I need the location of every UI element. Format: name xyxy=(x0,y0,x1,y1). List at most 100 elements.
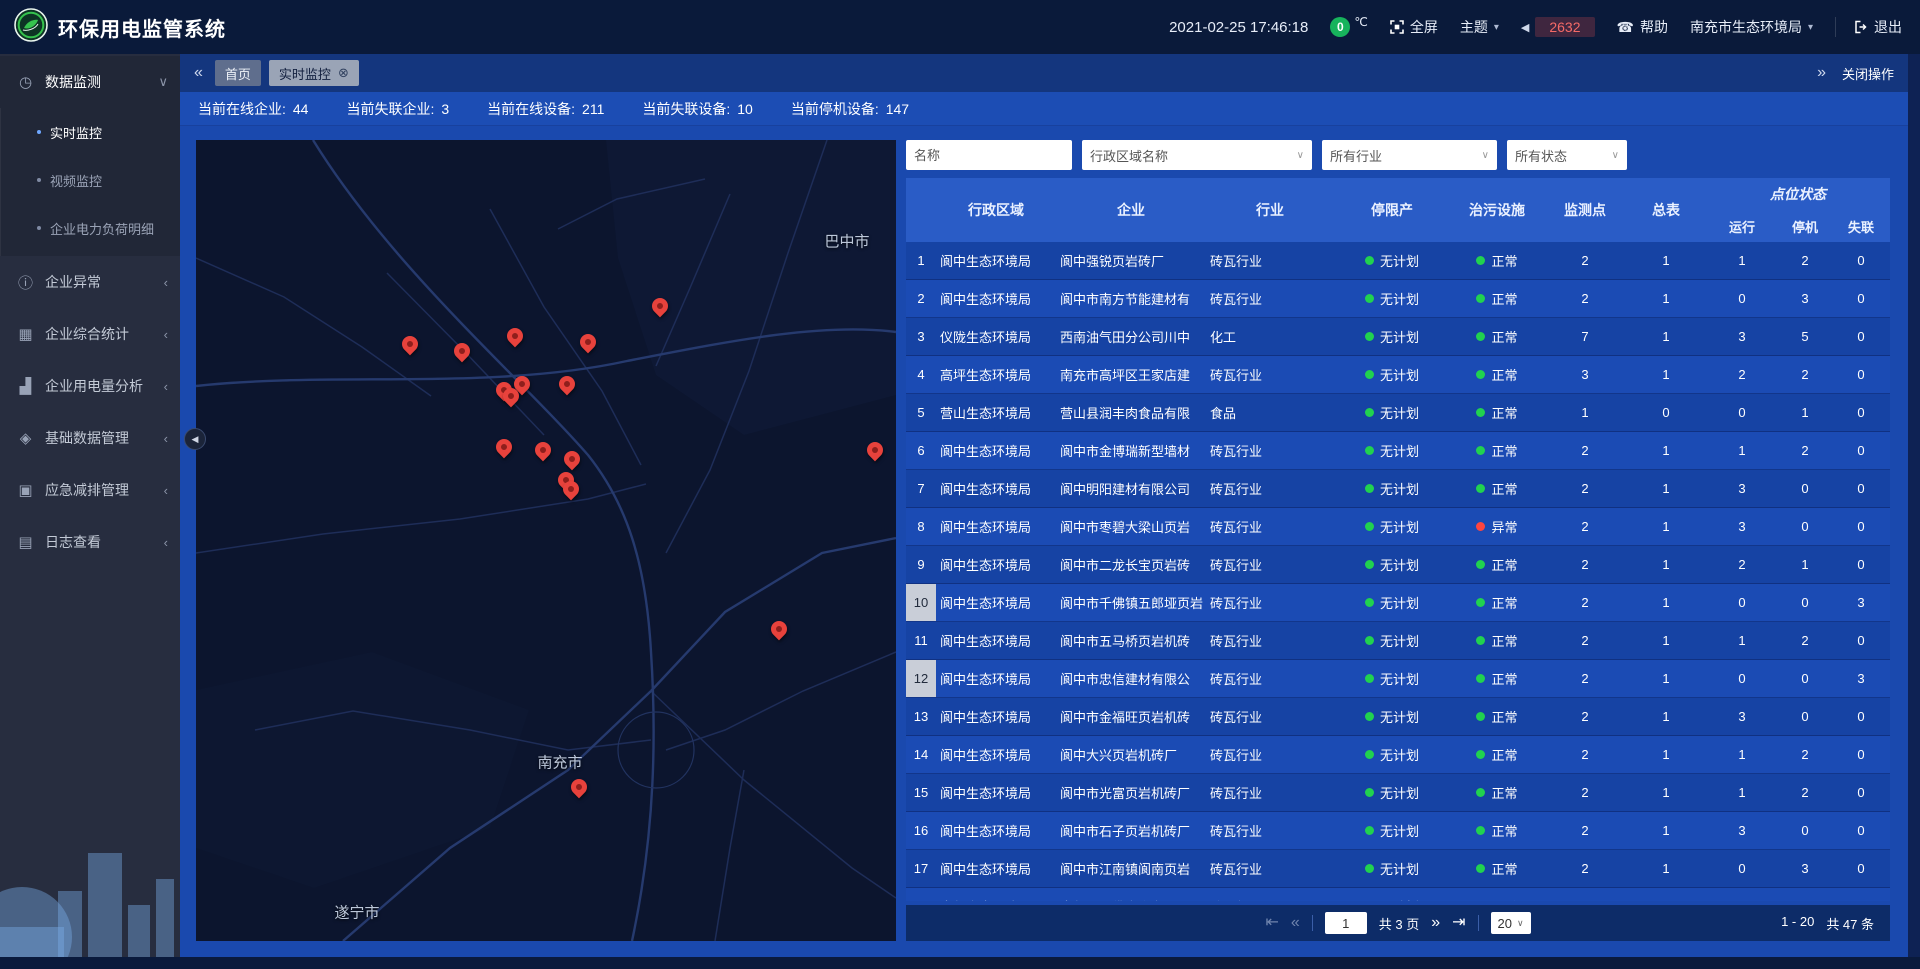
table-row[interactable]: 1阆中生态环境局阆中强锐页岩砖厂砖瓦行业无计划正常21120 xyxy=(906,242,1890,280)
cell-industry: 砖瓦行业 xyxy=(1206,660,1334,697)
close-operations-button[interactable]: 关闭操作 xyxy=(1842,64,1894,83)
industry-filter-select[interactable]: 所有行业 ∨ xyxy=(1322,140,1497,170)
map-pin[interactable] xyxy=(451,339,474,362)
last-page-button[interactable]: ⇥ xyxy=(1452,915,1465,931)
logout-button[interactable]: 退出 xyxy=(1835,17,1902,37)
region-filter-select[interactable]: 行政区域名称 ∨ xyxy=(1082,140,1312,170)
prev-page-button[interactable]: « xyxy=(1291,915,1300,931)
map-pin[interactable] xyxy=(493,435,516,458)
app-logo-icon xyxy=(14,8,48,47)
page-size-value: 20 xyxy=(1498,916,1512,931)
table-row[interactable]: 6阆中生态环境局阆中市金博瑞新型墙材砖瓦行业无计划正常21120 xyxy=(906,432,1890,470)
sidebar-group-log-view: ▤日志查看‹ xyxy=(0,516,180,568)
table-row[interactable]: 5营山生态环境局营山县润丰肉食品有限食品无计划正常10010 xyxy=(906,394,1890,432)
cell-total: 0 xyxy=(1626,394,1706,431)
sidebar-item-power-analysis[interactable]: ▟企业用电量分析‹ xyxy=(0,360,180,412)
table-row[interactable]: 17阆中生态环境局阆中市江南镇阆南页岩砖瓦行业无计划正常21030 xyxy=(906,850,1890,888)
sidebar-item-enterprise-abnormal[interactable]: ⓘ企业异常‹ xyxy=(0,256,180,308)
vertical-scrollbar[interactable] xyxy=(1908,54,1920,957)
map-pin[interactable] xyxy=(398,333,421,356)
sidebar-item-base-data[interactable]: ◈基础数据管理‹ xyxy=(0,412,180,464)
map-pin[interactable] xyxy=(561,447,584,470)
table-row[interactable]: 11阆中生态环境局阆中市五马桥页岩机砖砖瓦行业无计划正常21120 xyxy=(906,622,1890,660)
table-row[interactable]: 8阆中生态环境局阆中市枣碧大梁山页岩砖瓦行业无计划异常21300 xyxy=(906,508,1890,546)
horizontal-scrollbar[interactable] xyxy=(0,957,1920,969)
table-body: 1阆中生态环境局阆中强锐页岩砖厂砖瓦行业无计划正常211202阆中生态环境局阆中… xyxy=(906,242,1890,901)
table-row[interactable]: 4高坪生态环境局南充市高坪区王家店建砖瓦行业无计划正常31220 xyxy=(906,356,1890,394)
table-row[interactable]: 13阆中生态环境局阆中市金福旺页岩机砖砖瓦行业无计划正常21300 xyxy=(906,698,1890,736)
cell-total: 1 xyxy=(1626,736,1706,773)
skyline-building xyxy=(156,879,174,957)
cell-total: 1 xyxy=(1626,546,1706,583)
theme-dropdown[interactable]: 主题 ▾ xyxy=(1460,17,1499,37)
map-pin[interactable] xyxy=(649,294,672,317)
map-pin[interactable] xyxy=(768,617,791,640)
map-pin[interactable] xyxy=(504,325,527,348)
cell-lost: 0 xyxy=(1832,774,1890,811)
sidebar-item-emergency-reduction[interactable]: ▣应急减排管理‹ xyxy=(0,464,180,516)
tab-home[interactable]: 首页 xyxy=(215,60,261,86)
next-page-button[interactable]: » xyxy=(1431,915,1440,931)
status-dot-icon xyxy=(1476,674,1485,683)
map-pin[interactable] xyxy=(864,439,887,462)
cell-industry: 砖瓦行业 xyxy=(1206,546,1334,583)
page-size-select[interactable]: 20 ∨ xyxy=(1491,912,1531,934)
sidebar-item-realtime-monitor[interactable]: 实时监控 xyxy=(1,108,180,156)
sidebar-item-data-monitor[interactable]: ◷数据监测∨ xyxy=(0,56,180,108)
tab-realtime[interactable]: 实时监控⊗ xyxy=(269,60,359,86)
sidebar-item-video-monitor[interactable]: 视频监控 xyxy=(1,156,180,204)
cell-limit: 无计划 xyxy=(1334,622,1450,659)
cell-facility: 正常 xyxy=(1450,850,1544,887)
sidebar-item-power-load-detail[interactable]: 企业电力负荷明细 xyxy=(1,204,180,252)
fullscreen-label: 全屏 xyxy=(1410,17,1438,37)
col-limit: 停限产 xyxy=(1334,178,1450,242)
name-filter-input[interactable] xyxy=(906,140,1072,170)
table-row[interactable]: 16阆中生态环境局阆中市石子页岩机砖厂砖瓦行业无计划正常21300 xyxy=(906,812,1890,850)
sidebar-group-enterprise-abnormal: ⓘ企业异常‹ xyxy=(0,256,180,308)
first-page-button[interactable]: ⇤ xyxy=(1265,915,1278,931)
status-dot-icon xyxy=(1365,408,1374,417)
map-pin[interactable] xyxy=(568,776,591,799)
cell-monitor: 2 xyxy=(1544,888,1626,901)
cell-industry: 砖瓦行业 xyxy=(1206,850,1334,887)
cell-run: 2 xyxy=(1706,546,1778,583)
cell-run: 0 xyxy=(1706,660,1778,697)
chevron-left-icon: ‹ xyxy=(164,327,168,342)
tab-close-icon[interactable]: ⊗ xyxy=(338,65,349,81)
sidebar-item-enterprise-stats[interactable]: ▦企业综合统计‹ xyxy=(0,308,180,360)
cell-region: 高坪生态环境局 xyxy=(936,356,1056,393)
alert-indicator[interactable]: ◀ 2632 xyxy=(1521,17,1595,37)
cell-stop: 0 xyxy=(1778,660,1832,697)
table-row[interactable]: 3仪陇生态环境局西南油气田分公司川中化工无计划正常71350 xyxy=(906,318,1890,356)
org-dropdown[interactable]: 南充市生态环境局 ▾ xyxy=(1690,17,1813,37)
cell-run: 0 xyxy=(1706,850,1778,887)
table-row[interactable]: 7阆中生态环境局阆中明阳建材有限公司砖瓦行业无计划正常21300 xyxy=(906,470,1890,508)
sidebar-item-log-view[interactable]: ▤日志查看‹ xyxy=(0,516,180,568)
help-button[interactable]: ☎ 帮助 xyxy=(1617,17,1668,37)
page-number-input[interactable] xyxy=(1325,912,1367,934)
chevron-down-icon: ▾ xyxy=(1494,22,1499,33)
scroll-tabs-left-button[interactable]: « xyxy=(190,64,207,82)
table-row[interactable]: 14阆中生态环境局阆中大兴页岩机砖厂砖瓦行业无计划正常21120 xyxy=(906,736,1890,774)
cell-run: 3 xyxy=(1706,698,1778,735)
table-row[interactable]: 18南部生态环境局南部县双佛土陶有限公砖瓦行业无计划正常21030 xyxy=(906,888,1890,901)
scroll-tabs-right-button[interactable]: » xyxy=(1813,64,1830,82)
stat-label: 当前失联企业: xyxy=(346,99,434,119)
cell-limit: 无计划 xyxy=(1334,508,1450,545)
cell-region: 营山生态环境局 xyxy=(936,394,1056,431)
table-row[interactable]: 10阆中生态环境局阆中市千佛镇五郎垭页岩砖瓦行业无计划正常21003 xyxy=(906,584,1890,622)
map-pin[interactable] xyxy=(577,331,600,354)
table-row[interactable]: 12阆中生态环境局阆中市忠信建材有限公砖瓦行业无计划正常21003 xyxy=(906,660,1890,698)
status-dot-icon xyxy=(1476,788,1485,797)
status-text: 正常 xyxy=(1491,631,1517,650)
table-row[interactable]: 2阆中生态环境局阆中市南方节能建材有砖瓦行业无计划正常21030 xyxy=(906,280,1890,318)
table-row[interactable]: 9阆中生态环境局阆中市二龙长宝页岩砖砖瓦行业无计划正常21210 xyxy=(906,546,1890,584)
map-pin[interactable] xyxy=(532,439,555,462)
map-panel[interactable]: 巴中市南充市遂宁市 ◀ xyxy=(196,140,896,941)
status-dot-icon xyxy=(1476,522,1485,531)
status-dot-icon xyxy=(1365,522,1374,531)
fullscreen-button[interactable]: 全屏 xyxy=(1390,17,1438,37)
map-pin[interactable] xyxy=(556,373,579,396)
status-filter-select[interactable]: 所有状态 ∨ xyxy=(1507,140,1627,170)
table-row[interactable]: 15阆中生态环境局阆中市光富页岩机砖厂砖瓦行业无计划正常21120 xyxy=(906,774,1890,812)
